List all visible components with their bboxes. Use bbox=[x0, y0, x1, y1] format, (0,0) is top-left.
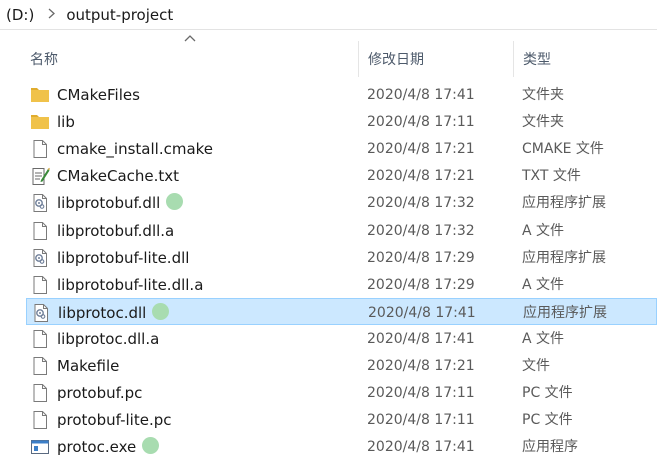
file-icon bbox=[30, 410, 50, 430]
file-modified-date: 2020/4/8 17:11 bbox=[367, 385, 475, 401]
file-type: PC 文件 bbox=[522, 412, 573, 428]
file-icon bbox=[30, 383, 50, 403]
file-modified-date: 2020/4/8 17:11 bbox=[367, 114, 475, 130]
file-icon bbox=[30, 221, 50, 241]
file-type: A 文件 bbox=[522, 331, 565, 347]
file-row[interactable]: CMakeCache.txt 2020/4/8 17:21 TXT 文件 bbox=[26, 162, 657, 189]
folder-icon bbox=[30, 112, 50, 132]
file-name: Makefile bbox=[57, 356, 119, 376]
file-type: 文件夹 bbox=[522, 87, 564, 103]
file-modified-date: 2020/4/8 17:29 bbox=[367, 250, 475, 266]
exe-file-icon bbox=[30, 437, 50, 457]
file-name: libprotobuf-lite.dll bbox=[57, 248, 189, 268]
file-name: protobuf-lite.pc bbox=[57, 410, 171, 430]
file-row[interactable]: CMakeFiles 2020/4/8 17:41 文件夹 bbox=[26, 81, 657, 108]
file-type: A 文件 bbox=[522, 223, 565, 239]
file-name: cmake_install.cmake bbox=[57, 139, 213, 159]
file-icon bbox=[30, 329, 50, 349]
file-name: protobuf.pc bbox=[57, 383, 142, 403]
file-modified-date: 2020/4/8 17:41 bbox=[368, 305, 476, 321]
file-name: libprotobuf-lite.dll.a bbox=[57, 275, 203, 295]
file-icon bbox=[30, 275, 50, 295]
file-explorer-window: (D:) output-project 名称 修改日期 类型 CMakeFile… bbox=[0, 0, 657, 466]
file-modified-date: 2020/4/8 17:32 bbox=[367, 223, 475, 239]
file-row[interactable]: libprotobuf-lite.dll 2020/4/8 17:29 应用程序扩展 bbox=[26, 244, 657, 271]
file-name: protoc.exe bbox=[57, 437, 160, 457]
file-name-text: libprotoc.dll.a bbox=[57, 330, 160, 348]
file-name-text: libprotobuf.dll.a bbox=[57, 222, 175, 240]
column-header-date[interactable]: 修改日期 bbox=[358, 41, 513, 77]
file-name-text: lib bbox=[57, 113, 75, 131]
file-type: 应用程序 bbox=[522, 439, 578, 455]
file-modified-date: 2020/4/8 17:11 bbox=[367, 412, 475, 428]
file-type: 应用程序扩展 bbox=[523, 305, 607, 321]
file-row[interactable]: libprotoc.dll 2020/4/8 17:41 应用程序扩展 bbox=[26, 298, 657, 325]
file-type: TXT 文件 bbox=[522, 168, 581, 184]
dll-file-icon bbox=[31, 303, 51, 323]
file-modified-date: 2020/4/8 17:41 bbox=[367, 439, 475, 455]
green-marker-dot bbox=[152, 303, 170, 320]
file-row[interactable]: protoc.exe 2020/4/8 17:41 应用程序 bbox=[26, 433, 657, 460]
file-name-text: libprotoc.dll bbox=[58, 304, 147, 322]
column-header-type[interactable]: 类型 bbox=[513, 41, 657, 77]
file-type: PC 文件 bbox=[522, 385, 573, 401]
file-type: 应用程序扩展 bbox=[522, 195, 606, 211]
file-modified-date: 2020/4/8 17:21 bbox=[367, 168, 475, 184]
file-name-text: protobuf.pc bbox=[57, 384, 143, 402]
file-name-text: CMakeCache.txt bbox=[57, 167, 180, 185]
folder-icon bbox=[30, 85, 50, 105]
file-type: 文件 bbox=[522, 358, 550, 374]
text-file-icon bbox=[30, 166, 50, 186]
file-name-text: CMakeFiles bbox=[57, 86, 140, 104]
file-name: CMakeCache.txt bbox=[57, 166, 179, 186]
file-name-text: libprotobuf.dll bbox=[57, 194, 161, 212]
file-name: libprotobuf.dll.a bbox=[57, 221, 174, 241]
file-row[interactable]: libprotobuf.dll.a 2020/4/8 17:32 A 文件 bbox=[26, 217, 657, 244]
file-row[interactable]: cmake_install.cmake 2020/4/8 17:21 CMAKE 文… bbox=[26, 135, 657, 162]
file-icon bbox=[30, 139, 50, 159]
green-marker-dot bbox=[166, 193, 184, 210]
file-row[interactable]: Makefile 2020/4/8 17:21 文件 bbox=[26, 352, 657, 379]
file-type: 应用程序扩展 bbox=[522, 250, 606, 266]
column-header: 名称 修改日期 类型 bbox=[0, 31, 657, 77]
file-type: A 文件 bbox=[522, 277, 565, 293]
file-name-text: libprotobuf-lite.dll.a bbox=[57, 276, 204, 294]
file-row[interactable]: libprotobuf.dll 2020/4/8 17:32 应用程序扩展 bbox=[26, 189, 657, 216]
file-name: libprotoc.dll bbox=[58, 303, 170, 323]
file-modified-date: 2020/4/8 17:21 bbox=[367, 358, 475, 374]
file-row[interactable]: lib 2020/4/8 17:11 文件夹 bbox=[26, 108, 657, 135]
file-name-text: Makefile bbox=[57, 357, 120, 375]
file-row[interactable]: libprotobuf-lite.dll.a 2020/4/8 17:29 A 文件 bbox=[26, 271, 657, 298]
file-name-text: protobuf-lite.pc bbox=[57, 411, 172, 429]
file-modified-date: 2020/4/8 17:21 bbox=[367, 141, 475, 157]
breadcrumb-folder[interactable]: output-project bbox=[62, 6, 177, 24]
chevron-right-icon[interactable] bbox=[38, 8, 62, 22]
file-name-text: protoc.exe bbox=[57, 438, 137, 456]
file-modified-date: 2020/4/8 17:41 bbox=[367, 87, 475, 103]
column-header-name[interactable]: 名称 bbox=[0, 41, 358, 77]
file-type: 文件夹 bbox=[522, 114, 564, 130]
file-modified-date: 2020/4/8 17:41 bbox=[367, 331, 475, 347]
file-name: CMakeFiles bbox=[57, 85, 140, 105]
file-row[interactable]: protobuf.pc 2020/4/8 17:11 PC 文件 bbox=[26, 379, 657, 406]
file-name-text: cmake_install.cmake bbox=[57, 140, 214, 158]
file-icon bbox=[30, 356, 50, 376]
breadcrumb-drive[interactable]: (D:) bbox=[2, 6, 38, 24]
file-name: libprotobuf.dll bbox=[57, 193, 184, 213]
file-name: libprotoc.dll.a bbox=[57, 329, 159, 349]
file-row[interactable]: protobuf-lite.pc 2020/4/8 17:11 PC 文件 bbox=[26, 406, 657, 433]
file-name-text: libprotobuf-lite.dll bbox=[57, 249, 190, 267]
file-row[interactable]: libprotoc.dll.a 2020/4/8 17:41 A 文件 bbox=[26, 325, 657, 352]
file-type: CMAKE 文件 bbox=[522, 141, 604, 157]
file-modified-date: 2020/4/8 17:29 bbox=[367, 277, 475, 293]
dll-file-icon bbox=[30, 248, 50, 268]
green-marker-dot bbox=[142, 437, 160, 454]
breadcrumb: (D:) output-project bbox=[0, 0, 657, 30]
file-modified-date: 2020/4/8 17:32 bbox=[367, 195, 475, 211]
file-name: lib bbox=[57, 112, 75, 132]
dll-file-icon bbox=[30, 193, 50, 213]
